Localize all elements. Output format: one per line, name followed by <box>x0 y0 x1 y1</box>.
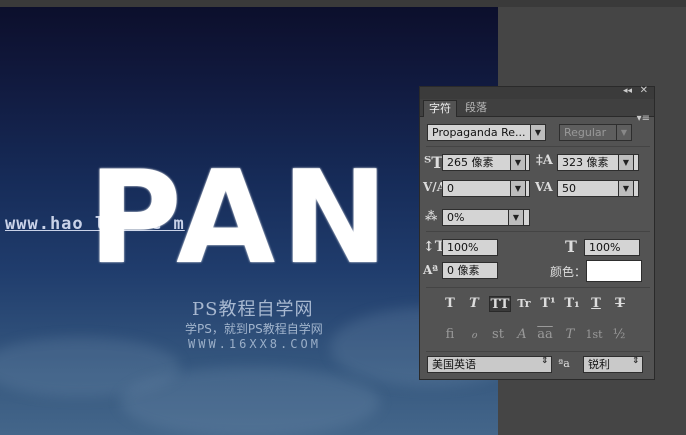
tsume-icon: ⁂ <box>425 209 438 223</box>
small-caps-button[interactable]: Tr <box>515 296 533 312</box>
tracking-icon: VA <box>535 180 553 194</box>
font-family-dropdown-icon[interactable]: ▼ <box>530 124 546 141</box>
fractions-button[interactable]: ½ <box>610 327 628 343</box>
leading-icon: ‡A <box>536 153 553 168</box>
underline-button[interactable]: T <box>587 296 605 312</box>
faux-bold-button[interactable]: T <box>441 296 459 312</box>
color-label: 颜色： <box>550 265 587 279</box>
stylistic-alternates-button[interactable]: aa <box>536 327 554 343</box>
titling-alternates-button[interactable]: T <box>561 327 579 343</box>
tsume-dropdown-icon[interactable]: ▼ <box>508 209 524 226</box>
panel-titlebar: ◂◂ ✕ <box>420 85 654 99</box>
watermark-subtitle: 学PS，就到PS教程自学网 <box>185 322 323 336</box>
close-icon[interactable]: ✕ <box>640 85 648 96</box>
divider <box>426 231 650 232</box>
discretionary-ligatures-button[interactable]: st <box>489 327 507 343</box>
font-size-dropdown-icon[interactable]: ▼ <box>510 154 526 171</box>
collapse-icon[interactable]: ◂◂ <box>623 86 632 96</box>
language-arrow-icon: ⇕ <box>541 356 549 366</box>
vertical-scale-field[interactable]: 100% <box>442 239 498 256</box>
baseline-shift-icon: Aª <box>423 263 439 277</box>
top-strip <box>0 0 686 7</box>
headline-text[interactable]: PAN <box>88 155 394 283</box>
leading-dropdown-icon[interactable]: ▼ <box>618 154 634 171</box>
font-family-field[interactable]: Propaganda Re... <box>427 124 539 141</box>
antialias-arrow-icon: ⇕ <box>632 356 640 366</box>
font-size-icon: ᵀT <box>424 153 444 172</box>
faux-italic-button[interactable]: T <box>465 296 483 312</box>
panel-tabs: 字符 段落 ▾≡ <box>420 99 654 124</box>
horizontal-scale-field[interactable]: 100% <box>584 239 640 256</box>
character-panel: ◂◂ ✕ 字符 段落 ▾≡ Propaganda Re... ▼ Regular… <box>419 85 655 380</box>
divider <box>426 146 650 147</box>
divider <box>426 287 650 288</box>
strikethrough-button[interactable]: T <box>611 296 629 312</box>
ordinals-button[interactable]: 1st <box>585 327 603 343</box>
language-select[interactable]: 美国英语 <box>427 356 552 373</box>
swash-button[interactable]: A <box>513 327 531 343</box>
divider <box>426 351 650 352</box>
baseline-shift-field[interactable]: 0 像素 <box>442 262 498 279</box>
font-style-dropdown-icon[interactable]: ▼ <box>616 124 632 141</box>
ligatures-button[interactable]: fi <box>441 327 459 343</box>
cloud-shape <box>120 367 380 435</box>
horizontal-scale-icon: T <box>565 237 577 256</box>
watermark-site: WWW.16XX8.COM <box>188 337 321 351</box>
tab-paragraph[interactable]: 段落 <box>460 100 492 116</box>
tracking-dropdown-icon[interactable]: ▼ <box>618 180 634 197</box>
all-caps-button[interactable]: TT <box>489 296 511 312</box>
text-color-swatch[interactable] <box>586 260 642 282</box>
watermark-title: PS教程自学网 <box>192 299 314 320</box>
tab-character[interactable]: 字符 <box>423 100 457 117</box>
font-style-field[interactable]: Regular <box>559 124 619 141</box>
superscript-button[interactable]: T¹ <box>539 296 557 312</box>
kerning-dropdown-icon[interactable]: ▼ <box>510 180 526 197</box>
antialias-icon: ªa <box>558 357 570 370</box>
subscript-button[interactable]: T₁ <box>563 296 581 312</box>
contextual-alternates-button[interactable]: ℴ <box>465 327 483 343</box>
panel-menu-icon[interactable]: ▾≡ <box>637 113 650 124</box>
